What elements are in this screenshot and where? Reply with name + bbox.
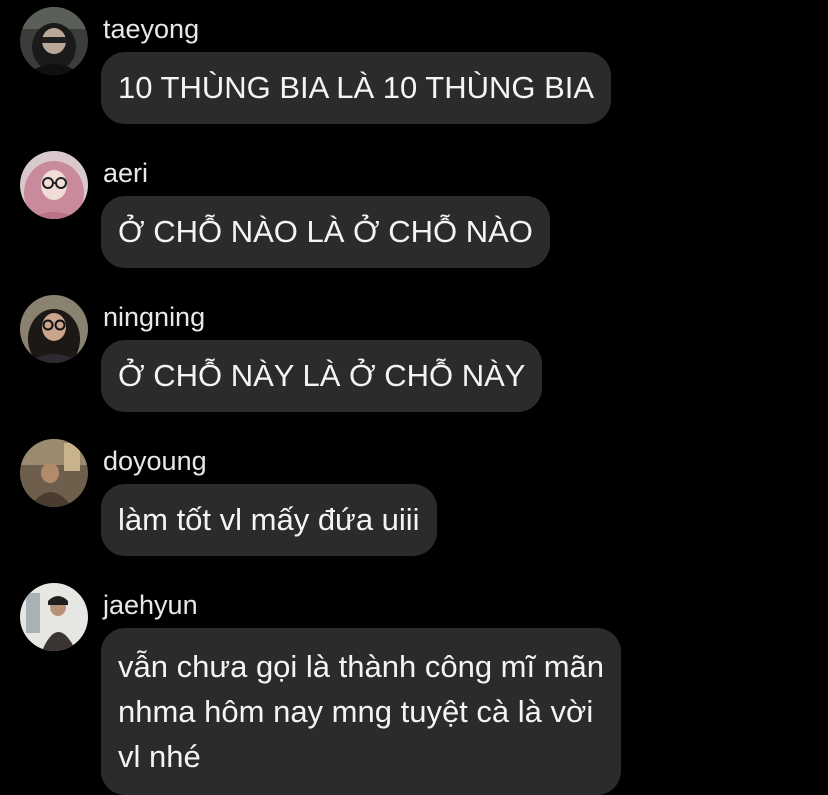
- avatar-ningning[interactable]: [20, 295, 88, 363]
- avatar-doyoung[interactable]: [20, 439, 88, 507]
- sender-name: doyoung: [103, 446, 207, 476]
- sender-name: aeri: [103, 158, 149, 188]
- message-bubble[interactable]: làm tốt vl mấy đứa uiii: [101, 484, 437, 556]
- message-bubble[interactable]: 10 THÙNG BIA LÀ 10 THÙNG BIA: [101, 52, 612, 124]
- message-text: Ở CHỖ NÀO LÀ Ở CHỖ NÀO: [118, 214, 533, 249]
- sender-name: jaehyun: [103, 590, 198, 620]
- sender-name: taeyong: [103, 14, 200, 44]
- avatar-taeyong[interactable]: [20, 7, 88, 75]
- sender-name: ningning: [103, 302, 206, 332]
- message-bubble[interactable]: vẫn chưa gọi là thành công mĩ mãn nhma h…: [101, 628, 622, 795]
- avatar-jaehyun[interactable]: [20, 583, 88, 651]
- message-bubble[interactable]: Ở CHỖ NÀO LÀ Ở CHỖ NÀO: [101, 196, 550, 268]
- message-text-line: vl nhé: [118, 739, 201, 774]
- message-text: 10 THÙNG BIA LÀ 10 THÙNG BIA: [118, 70, 595, 105]
- message-text: làm tốt vl mấy đứa uiii: [118, 502, 420, 537]
- message-text-line: vẫn chưa gọi là thành công mĩ mãn: [118, 649, 605, 684]
- message-text-line: nhma hôm nay mng tuyệt cà là vời: [118, 694, 594, 729]
- message-text: Ở CHỖ NÀY LÀ Ở CHỖ NÀY: [118, 358, 526, 393]
- avatar-aeri[interactable]: [20, 151, 88, 219]
- message-bubble[interactable]: Ở CHỖ NÀY LÀ Ở CHỖ NÀY: [101, 340, 543, 412]
